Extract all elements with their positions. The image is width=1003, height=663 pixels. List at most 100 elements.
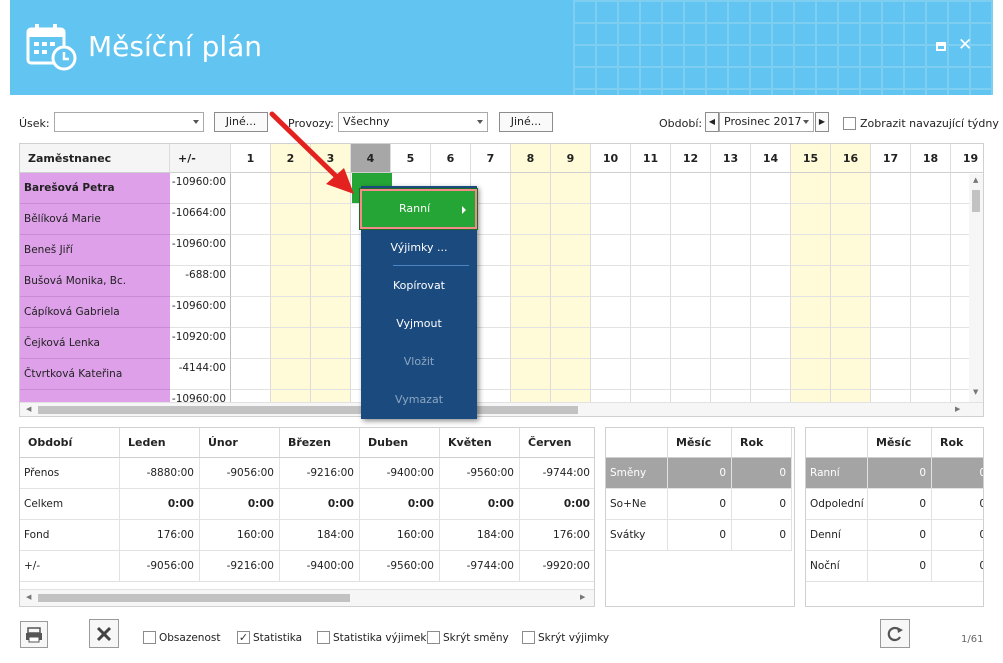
stats-cell: 176:00	[120, 520, 200, 551]
employee-name[interactable]: Barešová Petra	[20, 173, 170, 204]
usek-combo[interactable]	[54, 112, 204, 132]
scroll-up-icon[interactable]: ▲	[973, 176, 978, 184]
day-column-2[interactable]	[271, 173, 311, 403]
day-column-8[interactable]	[511, 173, 551, 403]
stats-header-cell[interactable]: Duben	[360, 428, 440, 458]
day-header-15[interactable]: 15	[791, 144, 831, 173]
day-header-14[interactable]: 14	[751, 144, 791, 173]
summary2-header-cell[interactable]: Měsíc	[868, 428, 932, 458]
stats-cell: 184:00	[440, 520, 520, 551]
day-column-14[interactable]	[751, 173, 791, 403]
stats-header-cell[interactable]: Červen	[520, 428, 594, 458]
stats-horizontal-scrollbar[interactable]: ◀ ▶	[20, 589, 594, 606]
employee-diff: -10664:00	[170, 204, 231, 235]
app-header: Měsíční plán ✕	[10, 0, 993, 95]
wrench-screwdriver-icon	[96, 626, 112, 642]
summary2-header-cell[interactable]	[806, 428, 868, 458]
prev-period-button[interactable]: ◀	[705, 112, 719, 132]
menu-item-vymazat[interactable]: Vymazat	[361, 389, 477, 411]
tools-button[interactable]	[89, 619, 119, 648]
day-column-13[interactable]	[711, 173, 751, 403]
menu-item-vyjmout[interactable]: Vyjmout	[361, 313, 477, 335]
summary1-month-value: 0	[668, 489, 732, 520]
menu-item-vyjimky[interactable]: Výjimky ...	[361, 237, 477, 259]
option-checkbox[interactable]	[427, 631, 440, 644]
summary2-header-cell[interactable]: Rok	[932, 428, 983, 458]
day-header-11[interactable]: 11	[631, 144, 671, 173]
day-header-7[interactable]: 7	[471, 144, 511, 173]
day-column-9[interactable]	[551, 173, 591, 403]
day-header-10[interactable]: 10	[591, 144, 631, 173]
stats-cell: 176:00	[520, 520, 594, 551]
zobrazit-checkbox[interactable]	[843, 117, 856, 130]
stats-scroll-thumb[interactable]	[38, 594, 350, 602]
employee-name[interactable]: Čejková Lenka	[20, 328, 170, 359]
day-header-13[interactable]: 13	[711, 144, 751, 173]
vertical-scrollbar[interactable]: ▲ ▼	[969, 174, 983, 402]
day-header-12[interactable]: 12	[671, 144, 711, 173]
stats-header-cell[interactable]: Leden	[120, 428, 200, 458]
employee-name[interactable]: Bělíková Marie	[20, 204, 170, 235]
summary2-row-label: Denní	[806, 520, 868, 551]
day-header-8[interactable]: 8	[511, 144, 551, 173]
stats-header-cell[interactable]: Květen	[440, 428, 520, 458]
employee-name[interactable]: Čtvrtková Kateřina	[20, 359, 170, 390]
usek-other-button[interactable]: Jiné...	[214, 112, 268, 132]
employee-name[interactable]: Beneš Jiří	[20, 235, 170, 266]
stats-header-cell[interactable]: Únor	[200, 428, 280, 458]
summary2-row-label: Odpolední	[806, 489, 868, 520]
stats-header-cell[interactable]: Období	[20, 428, 120, 458]
refresh-button[interactable]	[880, 619, 910, 648]
day-header-16[interactable]: 16	[831, 144, 871, 173]
vertical-scroll-thumb[interactable]	[972, 190, 980, 212]
horizontal-scrollbar[interactable]: ◀ ▶	[20, 402, 983, 416]
day-column-17[interactable]	[871, 173, 911, 403]
stats-cell: 160:00	[200, 520, 280, 551]
scroll-left-icon[interactable]: ◀	[26, 405, 31, 413]
scroll-down-icon[interactable]: ▼	[973, 388, 978, 396]
day-column-15[interactable]	[791, 173, 831, 403]
day-header-6[interactable]: 6	[431, 144, 471, 173]
next-period-button[interactable]: ▶	[815, 112, 829, 132]
option-checkbox[interactable]: ✓	[237, 631, 250, 644]
menu-item-ranni[interactable]: Ranní	[359, 188, 478, 230]
scroll-left-icon[interactable]: ◀	[26, 593, 31, 601]
day-column-1[interactable]	[231, 173, 271, 403]
day-column-7[interactable]	[471, 173, 511, 403]
day-header-19[interactable]: 19	[951, 144, 983, 173]
day-column-11[interactable]	[631, 173, 671, 403]
scroll-right-icon[interactable]: ▶	[955, 405, 960, 413]
employee-column-header[interactable]: Zaměstnanec	[20, 144, 170, 173]
day-header-18[interactable]: 18	[911, 144, 951, 173]
employee-name[interactable]: Bušová Monika, Bc.	[20, 266, 170, 297]
day-column-10[interactable]	[591, 173, 631, 403]
close-icon[interactable]: ✕	[958, 35, 972, 55]
menu-item-kopirovat[interactable]: Kopírovat	[361, 275, 477, 297]
day-header-9[interactable]: 9	[551, 144, 591, 173]
summary1-header-cell[interactable]: Rok	[732, 428, 792, 458]
scroll-right-icon[interactable]: ▶	[580, 593, 585, 601]
option-checkbox[interactable]	[143, 631, 156, 644]
day-header-5[interactable]: 5	[391, 144, 431, 173]
provozy-other-button[interactable]: Jiné...	[499, 112, 553, 132]
page-indicator: 1/61	[961, 634, 984, 645]
maximize-icon[interactable]	[936, 42, 946, 51]
summary1-header-cell[interactable]	[606, 428, 668, 458]
day-column-3[interactable]	[311, 173, 351, 403]
stats-cell: -9056:00	[120, 551, 200, 582]
horizontal-scroll-thumb[interactable]	[38, 406, 578, 414]
day-column-16[interactable]	[831, 173, 871, 403]
stats-cell: -9744:00	[520, 458, 594, 489]
day-header-17[interactable]: 17	[871, 144, 911, 173]
print-button[interactable]	[20, 621, 48, 648]
day-column-12[interactable]	[671, 173, 711, 403]
option-checkbox[interactable]	[317, 631, 330, 644]
summary1-header-cell[interactable]: Měsíc	[668, 428, 732, 458]
option-checkbox[interactable]	[522, 631, 535, 644]
menu-item-vlozit[interactable]: Vložit	[361, 351, 477, 373]
stats-header-cell[interactable]: Březen	[280, 428, 360, 458]
obdobi-combo[interactable]: Prosinec 2017	[719, 112, 814, 132]
diff-column-header[interactable]: +/-	[170, 144, 231, 173]
employee-name[interactable]: Cápíková Gabriela	[20, 297, 170, 328]
day-column-18[interactable]	[911, 173, 951, 403]
